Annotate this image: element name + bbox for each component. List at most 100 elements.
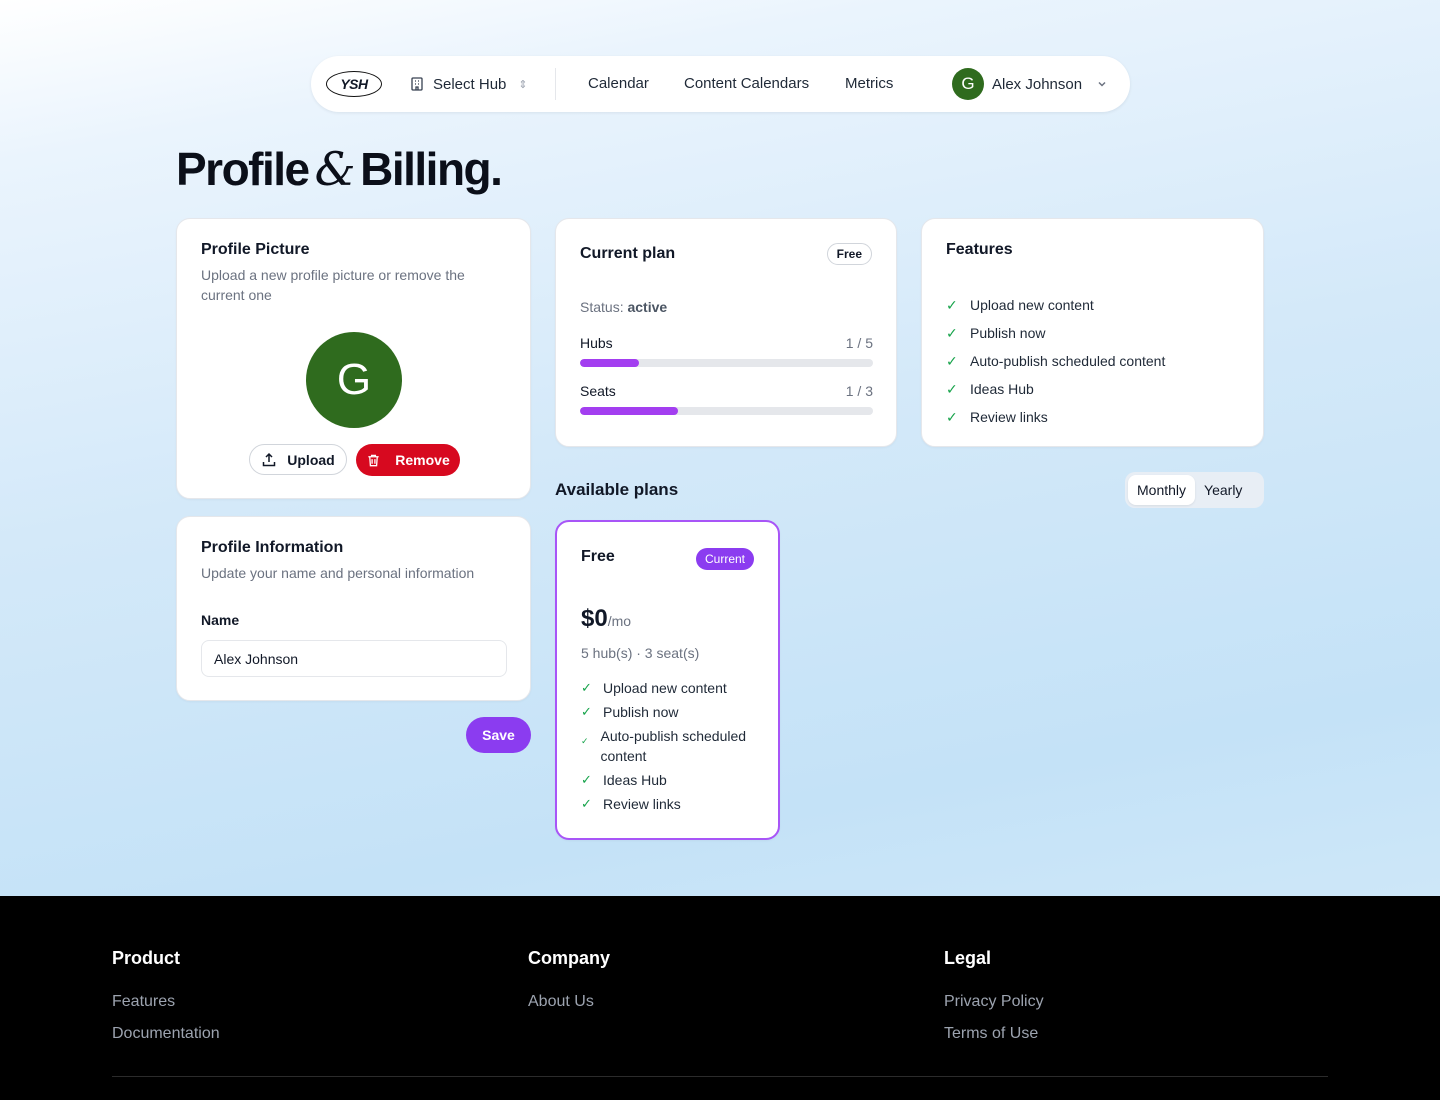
seats-progress-fill bbox=[580, 407, 678, 415]
avatar: G bbox=[952, 68, 984, 100]
profile-avatar: G bbox=[306, 332, 402, 428]
status-value: active bbox=[627, 299, 668, 315]
billing-period-toggle: Monthly Yearly bbox=[1125, 472, 1264, 508]
footer-column-company: Company About Us bbox=[528, 948, 610, 1011]
footer-heading: Legal bbox=[944, 948, 992, 968]
footer-heading: Company bbox=[528, 948, 611, 968]
check-icon: ✓ bbox=[581, 680, 592, 695]
plan-card-free[interactable]: Free Current $0/mo 5 hub(s) · 3 seat(s) … bbox=[555, 520, 780, 840]
footer-heading: Product bbox=[112, 948, 181, 968]
seats-count: 1 / 3 bbox=[845, 383, 873, 399]
footer-link-terms-of-use[interactable]: Terms of Use bbox=[944, 1024, 1044, 1043]
footer-column-legal: Legal Privacy Policy Terms of Use bbox=[944, 948, 1044, 1043]
user-menu[interactable]: G Alex Johnson bbox=[952, 68, 1108, 100]
check-icon: ✓ bbox=[581, 772, 592, 787]
footer-link-privacy-policy[interactable]: Privacy Policy bbox=[944, 992, 1044, 1011]
check-icon: ✓ bbox=[946, 296, 958, 313]
plan-feature-label: Upload new content bbox=[603, 680, 727, 696]
feature-label: Publish now bbox=[970, 325, 1046, 341]
seats-usage: Seats 1 / 3 bbox=[580, 383, 873, 415]
plan-price-value: $0 bbox=[581, 605, 608, 632]
feature-item: ✓ Publish now bbox=[946, 319, 1239, 347]
remove-button[interactable]: Remove bbox=[356, 444, 460, 476]
top-nav: YSH Select Hub ⇕ Calendar Content Calend… bbox=[311, 56, 1130, 112]
check-icon: ✓ bbox=[581, 736, 589, 746]
page-title: Profile & Billing. bbox=[176, 142, 503, 196]
footer-column-product: Product Features Documentation bbox=[112, 948, 220, 1043]
hubs-progress-fill bbox=[580, 359, 639, 367]
remove-label: Remove bbox=[395, 452, 450, 468]
save-button[interactable]: Save bbox=[466, 717, 531, 753]
chevron-down-icon bbox=[1098, 81, 1106, 87]
current-badge: Current bbox=[695, 548, 754, 570]
plan-feature-label: Ideas Hub bbox=[603, 772, 667, 788]
seats-progress bbox=[580, 407, 873, 415]
plan-feature-item: ✓ Review links bbox=[581, 794, 761, 814]
feature-item: ✓ Auto-publish scheduled content bbox=[946, 347, 1239, 375]
page-title-amp: & bbox=[314, 142, 356, 196]
hubs-label: Hubs bbox=[580, 335, 613, 351]
plan-feature-item: ✓ Auto-publish scheduled content bbox=[581, 726, 761, 766]
plan-status: Status: active bbox=[580, 299, 667, 315]
chevron-updown-icon: ⇕ bbox=[518, 78, 528, 91]
profile-picture-subtitle: Upload a new profile picture or remove t… bbox=[201, 267, 465, 303]
feature-label: Ideas Hub bbox=[970, 381, 1034, 397]
feature-label: Review links bbox=[970, 409, 1048, 425]
plan-feature-label: Auto-publish scheduled content bbox=[600, 728, 747, 764]
footer: Product Features Documentation Company A… bbox=[0, 896, 1440, 1100]
user-name: Alex Johnson bbox=[992, 75, 1083, 93]
feature-item: ✓ Review links bbox=[946, 403, 1239, 431]
check-icon: ✓ bbox=[946, 408, 958, 425]
logo[interactable]: YSH bbox=[326, 71, 382, 97]
plan-badge: Free bbox=[826, 243, 872, 265]
status-label: Status: bbox=[580, 299, 624, 315]
nav-link-metrics[interactable]: Metrics bbox=[845, 75, 893, 92]
profile-information-card: Profile Information Update your name and… bbox=[176, 516, 531, 701]
upload-button[interactable]: Upload bbox=[249, 444, 347, 475]
plan-feature-item: ✓ Upload new content bbox=[581, 678, 761, 698]
nav-divider bbox=[555, 68, 556, 100]
profile-picture-title: Profile Picture bbox=[201, 241, 310, 258]
profile-information-title: Profile Information bbox=[201, 539, 344, 556]
check-icon: ✓ bbox=[946, 324, 958, 341]
features-card: Features ✓ Upload new content ✓ Publish no… bbox=[921, 218, 1264, 447]
plan-feature-label: Review links bbox=[603, 796, 681, 812]
footer-divider bbox=[112, 1076, 1328, 1077]
page-title-left: Profile bbox=[176, 143, 310, 195]
name-label: Name bbox=[201, 612, 240, 628]
profile-information-subtitle: Update your name and personal informatio… bbox=[201, 565, 475, 581]
plan-features-list: ✓ Upload new content ✓ Publish now ✓ Auto-p… bbox=[581, 678, 761, 818]
nav-link-calendar[interactable]: Calendar bbox=[588, 75, 649, 92]
name-input[interactable] bbox=[201, 640, 507, 677]
feature-label: Upload new content bbox=[970, 297, 1094, 313]
check-icon: ✓ bbox=[946, 352, 958, 369]
toggle-yearly[interactable]: Yearly bbox=[1195, 475, 1251, 505]
available-plans-title: Available plans bbox=[555, 480, 679, 499]
trash-icon bbox=[368, 454, 379, 466]
hub-select[interactable]: Select Hub ⇕ bbox=[409, 73, 528, 95]
toggle-monthly[interactable]: Monthly bbox=[1128, 475, 1196, 505]
features-list: ✓ Upload new content ✓ Publish now ✓ Auto-p… bbox=[946, 291, 1239, 431]
footer-link-documentation[interactable]: Documentation bbox=[112, 1024, 220, 1043]
check-icon: ✓ bbox=[581, 796, 592, 811]
features-title: Features bbox=[946, 241, 1013, 258]
upload-label: Upload bbox=[287, 451, 335, 468]
footer-link-features[interactable]: Features bbox=[112, 992, 220, 1011]
hubs-usage: Hubs 1 / 5 bbox=[580, 335, 873, 367]
plan-feature-item: ✓ Publish now bbox=[581, 702, 761, 722]
check-icon: ✓ bbox=[581, 704, 592, 719]
plan-limits: 5 hub(s) · 3 seat(s) bbox=[581, 645, 700, 661]
plan-feature-label: Publish now bbox=[603, 704, 679, 720]
footer-link-about-us[interactable]: About Us bbox=[528, 992, 610, 1011]
feature-item: ✓ Ideas Hub bbox=[946, 375, 1239, 403]
hub-select-label: Select Hub bbox=[433, 75, 507, 93]
feature-item: ✓ Upload new content bbox=[946, 291, 1239, 319]
seats-label: Seats bbox=[580, 383, 616, 399]
building-icon bbox=[411, 77, 423, 91]
nav-link-content-calendars[interactable]: Content Calendars bbox=[684, 75, 809, 92]
feature-label: Auto-publish scheduled content bbox=[970, 353, 1166, 369]
hubs-count: 1 / 5 bbox=[845, 335, 873, 351]
plan-price-period: /mo bbox=[607, 613, 632, 629]
page-title-right: Billing. bbox=[360, 143, 503, 195]
plan-price: $0/mo bbox=[581, 605, 631, 633]
